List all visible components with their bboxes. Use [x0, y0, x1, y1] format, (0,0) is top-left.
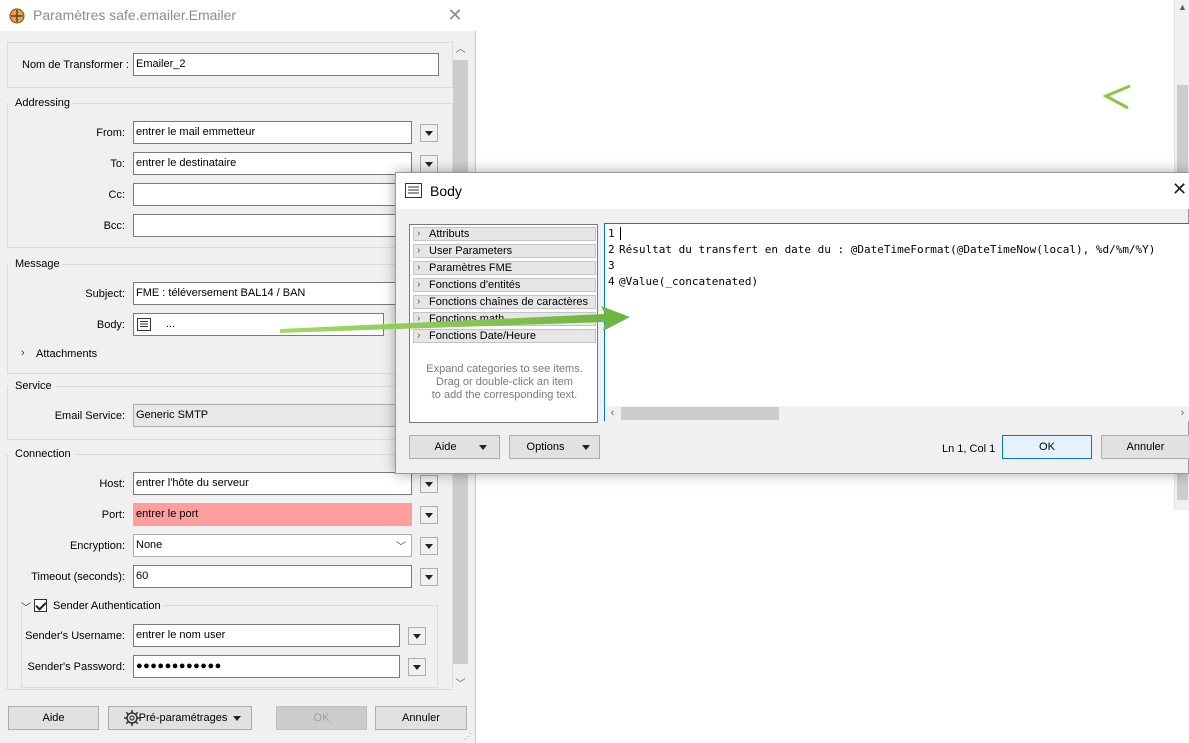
fme-app-icon: [9, 8, 25, 24]
cancel-button[interactable]: Annuler: [375, 706, 467, 730]
help-button[interactable]: Aide: [8, 706, 99, 730]
editor-ok-button[interactable]: OK: [1002, 435, 1092, 459]
sender-auth-divider: [163, 605, 438, 606]
hint-line: Drag or double-click an item: [436, 376, 573, 388]
bcc-input[interactable]: [133, 214, 412, 237]
host-label: Host:: [99, 478, 125, 490]
category-label: Paramètres FME: [429, 262, 513, 274]
chevron-right-icon: ›: [417, 245, 421, 256]
encryption-select[interactable]: None: [133, 534, 412, 557]
categories-hint: Expand categories to see items. Drag or …: [410, 363, 599, 402]
port-menu-button[interactable]: [420, 506, 438, 524]
presets-label: Pré-paramétrages: [138, 712, 228, 724]
scroll-left-icon[interactable]: ‹: [605, 406, 620, 421]
username-input[interactable]: entrer le nom user: [133, 624, 400, 647]
editor-options-button[interactable]: Options: [509, 435, 600, 459]
body-label: Body:: [96, 319, 125, 331]
gear-icon: [124, 710, 140, 726]
category-item[interactable]: › Paramètres FME: [413, 261, 596, 275]
host-input[interactable]: entrer l'hôte du serveur: [133, 472, 412, 495]
text-editor-icon[interactable]: [137, 318, 151, 331]
password-label: Sender's Password:: [27, 661, 125, 673]
close-icon[interactable]: ✕: [1172, 179, 1187, 200]
chevron-down-icon: [582, 444, 591, 450]
chevron-right-icon: ›: [417, 228, 421, 239]
from-input[interactable]: entrer le mail emmetteur: [133, 121, 412, 144]
to-input[interactable]: entrer le destinataire: [133, 152, 412, 175]
resize-grip-icon[interactable]: ⋰: [464, 733, 474, 743]
text-editor-icon: [405, 183, 422, 198]
attachments-label[interactable]: Attachments: [36, 348, 97, 360]
parameters-dialog-title: Paramètres safe.emailer.Emailer: [33, 7, 237, 23]
hint-line: to add the corresponding text.: [431, 389, 578, 401]
category-item[interactable]: › Fonctions d'entités: [413, 278, 596, 292]
body-editor-title: Body: [430, 183, 462, 199]
cursor-position-status: Ln 1, Col 1: [942, 443, 996, 455]
line-number: 4: [608, 275, 615, 288]
line-number: 3: [608, 259, 615, 272]
editor-scroll-thumb[interactable]: [621, 407, 779, 420]
ok-button[interactable]: OK: [276, 706, 367, 730]
scroll-up-icon[interactable]: ▲: [1175, 0, 1189, 15]
to-menu-button[interactable]: [420, 155, 438, 173]
from-label: From:: [96, 127, 125, 139]
hint-line: Expand categories to see items.: [426, 363, 583, 375]
parameters-dialog-titlebar: Paramètres safe.emailer.Emailer ✕: [0, 0, 476, 31]
chevron-right-icon: ›: [417, 262, 421, 273]
code-line[interactable]: @Value(_concatenated): [619, 275, 758, 288]
timeout-label: Timeout (seconds):: [31, 571, 125, 583]
category-label: Fonctions d'entités: [429, 279, 521, 291]
transformer-name-label: Nom de Transformer :: [22, 59, 129, 71]
subject-label: Subject:: [85, 288, 125, 300]
text-caret: [620, 227, 621, 240]
editor-horizontal-scrollbar[interactable]: ‹ ›: [605, 406, 1189, 421]
to-label: To:: [110, 158, 125, 170]
encryption-label: Encryption:: [69, 540, 125, 552]
chevron-down-icon[interactable]: ﹀: [396, 538, 406, 553]
from-menu-button[interactable]: [420, 124, 438, 142]
username-menu-button[interactable]: [408, 627, 426, 645]
close-icon[interactable]: ✕: [444, 5, 466, 27]
category-label: User Parameters: [429, 245, 513, 257]
scroll-right-icon[interactable]: ›: [1175, 406, 1189, 421]
host-menu-button[interactable]: [420, 475, 438, 493]
category-label: Attributs: [429, 228, 470, 240]
encryption-menu-button[interactable]: [420, 537, 438, 555]
cc-label: Cc:: [108, 189, 126, 201]
port-label: Port:: [101, 509, 125, 521]
category-item[interactable]: › User Parameters: [413, 244, 596, 258]
timeout-menu-button[interactable]: [420, 568, 438, 586]
password-input[interactable]: ●●●●●●●●●●●●: [133, 655, 400, 678]
transformer-name-input[interactable]: Emailer_2: [133, 53, 439, 76]
chevron-down-icon: [478, 444, 487, 450]
port-input[interactable]: entrer le port: [133, 503, 412, 526]
cc-input[interactable]: [133, 183, 412, 206]
editor-options-label: Options: [526, 441, 565, 453]
email-service-label: Email Service:: [54, 410, 125, 422]
annotation-arrow-icon: [280, 306, 630, 333]
editor-help-label: Aide: [434, 441, 457, 453]
password-menu-button[interactable]: [408, 658, 426, 676]
line-number: 1: [608, 227, 615, 240]
code-line[interactable]: Résultat du transfert en date du : @Date…: [619, 243, 1155, 256]
scroll-up-icon[interactable]: ︿: [453, 42, 468, 57]
body-editor-titlebar: Body ✕: [396, 173, 1189, 209]
category-item[interactable]: › Attributs: [413, 227, 596, 241]
canvas-arrow-icon: [1102, 84, 1131, 110]
timeout-input[interactable]: 60: [133, 565, 412, 588]
editor-help-button[interactable]: Aide: [409, 435, 500, 459]
editor-cancel-button[interactable]: Annuler: [1101, 435, 1189, 459]
line-number: 2: [608, 243, 615, 256]
username-label: Sender's Username:: [25, 630, 125, 642]
chevron-down-icon: [233, 715, 242, 721]
attachments-chevron-icon[interactable]: ›: [21, 347, 25, 359]
body-text-editor[interactable]: 1 2 3 4 Résultat du transfert en date du…: [604, 223, 1189, 421]
bcc-label: Bcc:: [103, 220, 125, 232]
scroll-down-icon[interactable]: ﹀: [453, 677, 468, 692]
chevron-right-icon: ›: [417, 279, 421, 290]
email-service-select[interactable]: Generic SMTP: [133, 404, 412, 427]
